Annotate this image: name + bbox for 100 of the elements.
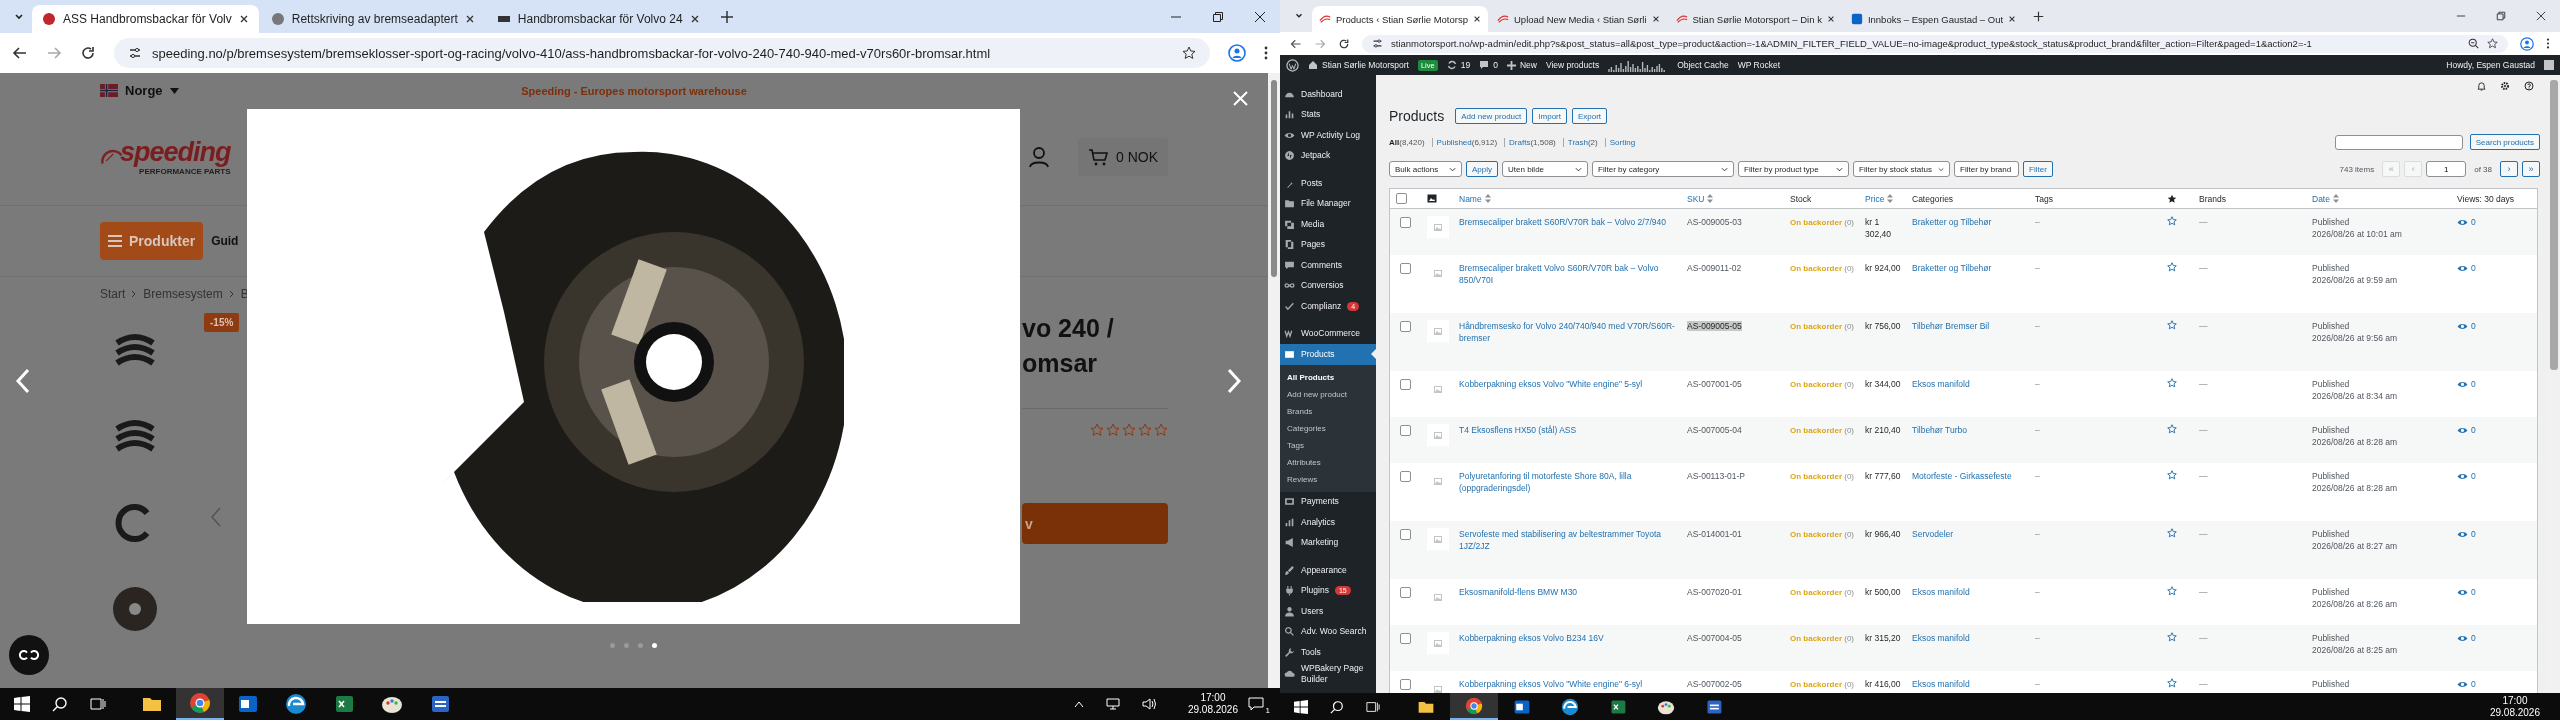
product-name-link[interactable]: Polyuretanforing til motorfeste Shore 80A, lilla (oppgraderingsdel) (1459, 470, 1675, 494)
filter-select[interactable]: Filter by category (1592, 161, 1734, 177)
bookmark-star-icon[interactable] (1182, 46, 1196, 60)
star-icon[interactable] (2167, 262, 2177, 272)
slide-dot[interactable] (638, 643, 643, 648)
page-number-field[interactable]: 1 (2426, 161, 2467, 177)
category-link[interactable]: Braketter og Tilbehør (1912, 263, 1992, 273)
browser-tab[interactable]: Stian Sørlie Motorsport – Din k (1668, 6, 1842, 32)
submenu-item[interactable]: Categories (1280, 419, 1376, 437)
sidebar-item[interactable]: Media (1280, 214, 1376, 235)
updates-link[interactable]: 19 (1446, 60, 1471, 70)
close-icon[interactable] (1473, 15, 1481, 23)
new-tab-icon[interactable] (719, 9, 734, 24)
caret-icon[interactable] (169, 87, 179, 94)
clock[interactable]: 17:00 29.08.2026 (2489, 694, 2540, 719)
close-icon[interactable] (1254, 10, 1266, 23)
nav-link[interactable]: Guid (211, 234, 239, 248)
bell-icon[interactable] (2477, 80, 2486, 91)
filter-select[interactable]: Filter by stock status (1853, 161, 1950, 177)
product-name-link[interactable]: Håndbremsesko for Volvo 240/740/940 med V70R/S60R-bremser (1459, 320, 1675, 344)
submenu-item[interactable]: Attributes (1280, 453, 1376, 471)
admin-bar-link[interactable]: Object Cache (1677, 60, 1729, 70)
product-name-link[interactable]: Servofeste med stabilisering av beltestrammer Toyota 1JZ/2JZ (1459, 528, 1675, 552)
loop-button[interactable] (9, 635, 49, 675)
bulk-actions-select[interactable]: Bulk actions (1389, 161, 1462, 177)
clock[interactable]: 17:00 29.08.2026 (1187, 692, 1238, 716)
sidebar-item[interactable]: Marketing (1280, 532, 1376, 553)
menu-dots-icon[interactable] (2546, 38, 2550, 49)
country-selector[interactable]: Norge (125, 83, 163, 98)
row-checkbox[interactable] (1400, 379, 1411, 391)
browser-tab[interactable]: Products ‹ Stian Sørlie Motorsp (1312, 6, 1488, 32)
slide-dot[interactable] (610, 643, 615, 648)
star-icon[interactable] (2167, 216, 2177, 226)
star-icon[interactable] (2167, 528, 2177, 538)
comments-link[interactable]: 0 (1479, 60, 1498, 70)
product-name-link[interactable]: Kobberpakning eksos Volvo "White engine" 5-syl (1459, 378, 1675, 390)
star-icon[interactable] (2167, 678, 2177, 688)
sidebar-item[interactable]: WPBakery Page Builder (1280, 662, 1376, 685)
slide-dot[interactable] (652, 643, 657, 648)
row-checkbox[interactable] (1400, 587, 1411, 599)
close-icon[interactable] (238, 14, 249, 24)
views-link[interactable]: 0 (2457, 216, 2476, 228)
submenu-item[interactable]: All Products (1280, 368, 1376, 386)
address-bar[interactable]: speeding.no/p/bremsesystem/bremseklosser-sport-og-racing/volvo-410/ass-handbromsbackar-for-volvo-240-740-940-med-v70rs60r-bromsar.html (114, 38, 1210, 68)
chevron-up-icon[interactable] (1073, 700, 1084, 708)
sidebar-item[interactable]: Dashboard (1280, 84, 1376, 105)
close-icon[interactable] (464, 14, 475, 24)
sidebar-item[interactable]: Tools (1280, 642, 1376, 663)
browser-tab[interactable]: Innboks – Espen Gaustad – Out (1843, 6, 2024, 32)
sidebar-item[interactable]: Stats (1280, 104, 1376, 125)
browser-tab[interactable]: Upload New Media ‹ Stian Sørli (1490, 6, 1667, 32)
scrollbar-thumb[interactable] (2550, 80, 2558, 370)
category-link[interactable]: Eksos manifold (1912, 587, 1970, 597)
page-action-button[interactable]: Import (1532, 108, 1567, 124)
profile-icon[interactable] (2520, 36, 2534, 51)
new-content-link[interactable]: New (1506, 60, 1537, 70)
close-icon[interactable] (1826, 15, 1835, 23)
page-action-button[interactable]: Add new product (1455, 108, 1528, 124)
filter-select[interactable]: Uten bilde (1502, 161, 1588, 177)
products-menu-button[interactable]: Produkter (100, 222, 204, 260)
sidebar-item[interactable]: Comments (1280, 255, 1376, 276)
sidebar-item[interactable]: Products (1280, 344, 1376, 365)
category-link[interactable]: Servodeler (1912, 529, 1954, 539)
close-icon[interactable] (1651, 15, 1660, 23)
column-header[interactable]: Date (2312, 193, 2339, 204)
view-filter-link[interactable]: Published(6,912) (1431, 137, 1502, 147)
row-checkbox[interactable] (1400, 679, 1411, 691)
restore-icon[interactable] (1212, 10, 1224, 23)
chevron-right-icon[interactable] (1226, 368, 1242, 394)
sidebar-item[interactable]: Users (1280, 601, 1376, 622)
column-header[interactable]: Categories (1912, 193, 1954, 204)
settings-icon[interactable] (2500, 80, 2510, 91)
windows-icon[interactable] (1294, 699, 1308, 714)
task-view-icon[interactable] (90, 696, 106, 712)
back-arrow-icon[interactable] (12, 45, 28, 61)
windows-icon[interactable] (14, 696, 30, 712)
search-field[interactable] (2334, 134, 2463, 150)
new-tab-icon[interactable] (2033, 10, 2045, 22)
cart-button[interactable]: 0 NOK (1078, 137, 1168, 176)
browser-icon[interactable] (1450, 693, 1498, 720)
submenu-item[interactable]: Brands (1280, 402, 1376, 420)
next-page-button[interactable]: › (2500, 161, 2518, 177)
category-link[interactable]: Eksos manifold (1912, 679, 1970, 689)
filter-select[interactable]: Filter by brand (1954, 161, 2019, 177)
site-name-link[interactable]: Stian Sørlie Motorsport (1308, 60, 1409, 70)
sidebar-item[interactable]: WooCommerce (1280, 323, 1376, 344)
view-filter-link[interactable]: Trash(2) (1562, 137, 1602, 147)
sidebar-item[interactable]: Appearance (1280, 560, 1376, 581)
filter-select[interactable]: Filter by product type (1738, 161, 1849, 177)
bookmark-star-icon[interactable] (2487, 38, 2498, 49)
views-link[interactable]: 0 (2457, 320, 2476, 332)
browser-tab[interactable]: Handbromsbackar för Volvo 24 (486, 5, 710, 33)
apply-button[interactable]: Apply (1466, 161, 1498, 177)
star-icon[interactable] (2167, 378, 2177, 388)
submenu-item[interactable]: Reviews (1280, 470, 1376, 488)
sidebar-item[interactable]: Jetpack (1280, 145, 1376, 166)
sidebar-item[interactable]: Adv. Woo Search (1280, 621, 1376, 642)
row-checkbox[interactable] (1400, 633, 1411, 645)
search-button[interactable]: Search products (2469, 134, 2540, 150)
scrollbar-thumb[interactable] (1271, 80, 1277, 277)
